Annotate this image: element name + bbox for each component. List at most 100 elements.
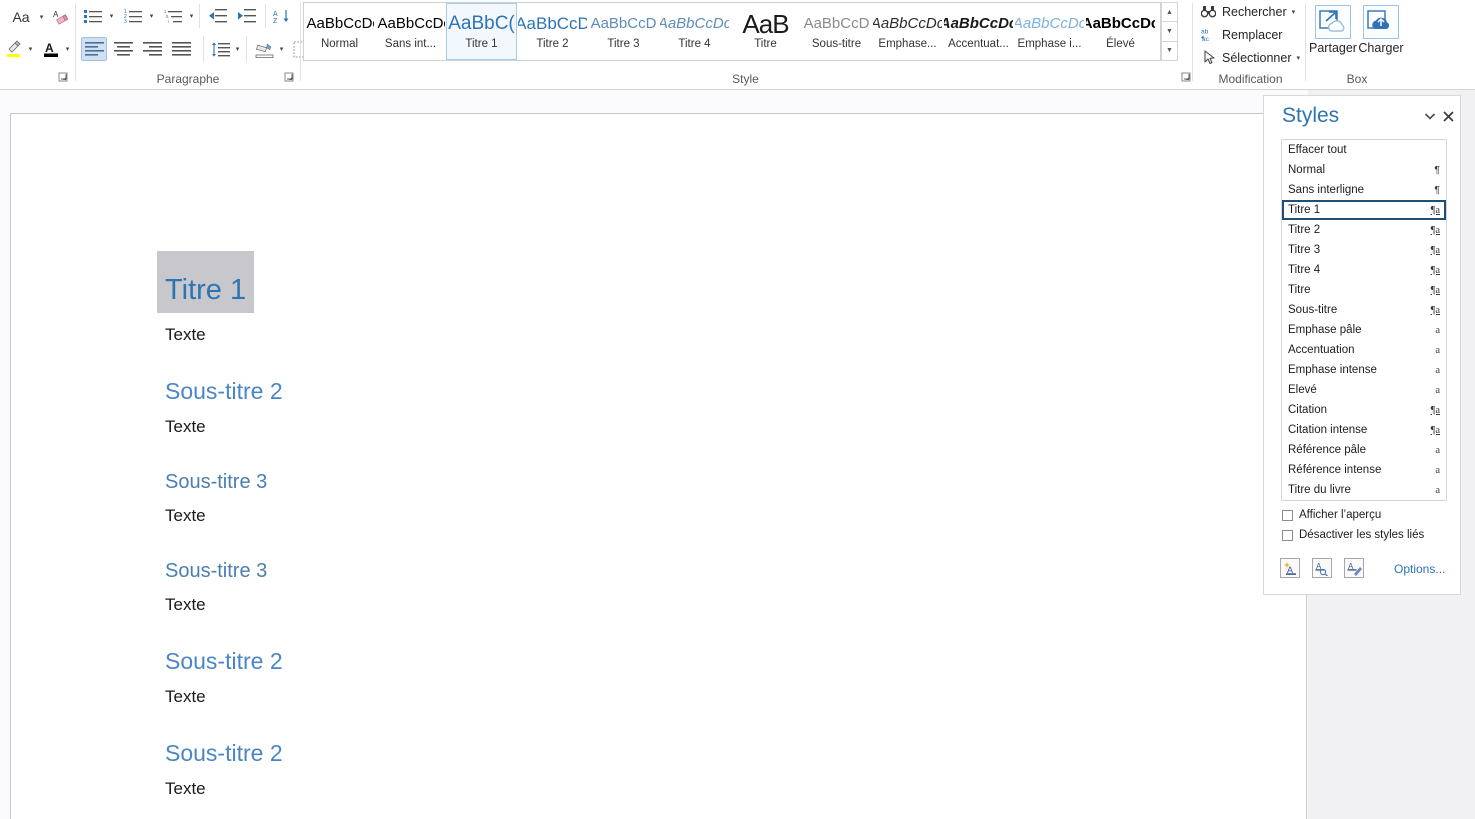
document-heading[interactable]: Sous-titre 2 [165, 378, 1065, 405]
character-style-icon: a [1435, 444, 1440, 456]
styles-list-item-label: Titre 3 [1288, 244, 1321, 256]
document-heading[interactable]: Sous-titre 2 [165, 648, 1065, 675]
document-paragraph[interactable]: Texte [165, 779, 1065, 799]
svg-text:A: A [53, 10, 59, 19]
linked-style-icon: ¶a [1430, 424, 1440, 436]
text-highlight-color-button[interactable] [3, 38, 25, 60]
linked-style-icon: ¶a [1430, 284, 1440, 296]
ribbon-group-paragraph-label: Paragraphe [156, 72, 220, 86]
styles-list-item[interactable]: Titre du livre a [1282, 480, 1446, 500]
styles-list-item-label: Titre du livre [1288, 484, 1351, 496]
numbered-list-button[interactable]: 1 2 3 [121, 5, 145, 27]
document-heading[interactable]: Sous-titre 3 [165, 471, 1065, 494]
styles-list-item-label: Citation [1288, 404, 1327, 416]
ribbon-group-font: Aa ▾ A ▾ A ▾ [0, 0, 75, 89]
character-style-icon: a [1435, 344, 1440, 356]
bullet-list-button[interactable] [81, 5, 105, 27]
document-paragraph[interactable]: Texte [165, 595, 1065, 615]
styles-pane-menu-button[interactable] [1422, 108, 1438, 124]
styles-list-item[interactable]: Titre 3 ¶a [1282, 240, 1446, 260]
clear-formatting-button[interactable]: A [50, 6, 72, 28]
manage-styles-button[interactable]: A [1344, 558, 1364, 578]
align-left-button[interactable] [81, 37, 107, 61]
character-style-icon: a [1435, 484, 1440, 496]
disable-linked-styles-checkbox-row[interactable]: Désactiver les styles liés [1282, 529, 1424, 541]
align-right-icon [142, 42, 162, 56]
decrease-indent-button[interactable] [205, 5, 229, 27]
justify-button[interactable] [168, 37, 194, 61]
document-body[interactable]: Titre 1 Texte Sous-titre 2 Texte Sous-titre … [157, 251, 1065, 799]
align-center-button[interactable] [110, 37, 136, 61]
align-right-button[interactable] [139, 37, 165, 61]
selected-text-run[interactable]: Titre 1 [157, 251, 255, 314]
line-spacing-chevron-down-icon[interactable]: ▾ [233, 39, 242, 59]
styles-list-item[interactable]: Emphase pâle a [1282, 320, 1446, 340]
styles-list[interactable]: Effacer tout Normal ¶ Sans interligne ¶ Titre… [1281, 139, 1447, 501]
change-case-chevron-down-icon[interactable]: ▾ [37, 7, 46, 27]
styles-list-item[interactable]: Citation intense ¶a [1282, 420, 1446, 440]
styles-options-link[interactable]: Options... [1394, 562, 1445, 576]
styles-list-item[interactable]: Normal ¶ [1282, 160, 1446, 180]
change-case-button[interactable]: Aa [6, 6, 36, 28]
styles-list-item[interactable]: Sous-titre ¶a [1282, 300, 1446, 320]
disable-linked-styles-checkbox[interactable] [1282, 529, 1293, 541]
styles-list-item[interactable]: Titre 4 ¶a [1282, 260, 1446, 280]
replace-label: Remplacer [1222, 27, 1283, 42]
multilevel-list-button[interactable]: 1 5 i [161, 5, 185, 27]
document-heading[interactable]: Titre 1 [157, 251, 1065, 314]
document-heading[interactable]: Sous-titre 2 [165, 740, 1065, 767]
multilevel-list-chevron-down-icon[interactable]: ▾ [187, 6, 196, 26]
shading-chevron-down-icon[interactable]: ▾ [277, 39, 286, 59]
styles-list-item[interactable]: Emphase intense a [1282, 360, 1446, 380]
find-chevron-down-icon[interactable]: ▾ [1292, 8, 1296, 16]
replace-button[interactable]: ab ac Remplacer [1200, 26, 1282, 43]
document-heading[interactable]: Sous-titre 3 [165, 560, 1065, 583]
numbered-list-icon: 1 2 3 [124, 9, 142, 24]
styles-list-item[interactable]: Effacer tout [1282, 140, 1446, 160]
styles-list-item[interactable]: Citation ¶a [1282, 400, 1446, 420]
document-area: Titre 1 Texte Sous-titre 2 Texte Sous-titre … [0, 90, 1475, 819]
styles-task-pane: Styles Effacer tout Normal ¶ Sans interlign… [1263, 95, 1461, 595]
group-divider [300, 3, 301, 81]
styles-list-item[interactable]: Titre 1 ¶a [1282, 200, 1446, 220]
styles-pane-close-button[interactable] [1440, 108, 1456, 124]
align-left-icon [84, 42, 104, 56]
style-inspector-button[interactable]: A [1312, 558, 1332, 578]
box-upload-button[interactable]: Charger [1353, 5, 1409, 55]
select-button[interactable]: Sélectionner ▾ [1200, 49, 1300, 66]
line-spacing-icon [211, 41, 230, 57]
numbered-list-chevron-down-icon[interactable]: ▾ [147, 6, 156, 26]
shading-button[interactable] [252, 37, 276, 61]
new-style-button[interactable]: A [1280, 558, 1300, 578]
font-dialog-launcher[interactable] [58, 72, 70, 84]
styles-list-item[interactable]: Référence intense a [1282, 460, 1446, 480]
line-spacing-button[interactable] [208, 37, 232, 61]
document-paragraph[interactable]: Texte [165, 325, 1065, 345]
sort-button[interactable]: A Z [270, 5, 294, 27]
find-button[interactable]: Rechercher ▾ [1200, 3, 1295, 20]
styles-list-item-label: Citation intense [1288, 424, 1368, 436]
styles-list-item[interactable]: Référence pâle a [1282, 440, 1446, 460]
text-highlight-chevron-down-icon[interactable]: ▾ [26, 39, 35, 59]
show-preview-checkbox[interactable] [1282, 509, 1293, 521]
document-paragraph[interactable]: Texte [165, 506, 1065, 526]
styles-list-item-label: Normal [1288, 164, 1326, 176]
select-chevron-down-icon[interactable]: ▾ [1297, 54, 1301, 62]
styles-list-item[interactable]: Sans interligne ¶ [1282, 180, 1446, 200]
increase-indent-button[interactable] [234, 5, 258, 27]
document-paragraph[interactable]: Texte [165, 687, 1065, 707]
document-page[interactable]: Titre 1 Texte Sous-titre 2 Texte Sous-titre … [10, 113, 1307, 819]
styles-list-item[interactable]: Élevé a [1282, 380, 1446, 400]
paragraph-dialog-launcher[interactable] [284, 72, 296, 84]
font-color-chevron-down-icon[interactable]: ▾ [63, 39, 72, 59]
bullet-list-chevron-down-icon[interactable]: ▾ [107, 6, 116, 26]
font-color-button[interactable]: A [40, 38, 62, 60]
styles-list-item[interactable]: Titre 2 ¶a [1282, 220, 1446, 240]
styles-list-item[interactable]: Titre ¶a [1282, 280, 1446, 300]
document-paragraph[interactable]: Texte [165, 417, 1065, 437]
styles-list-item[interactable]: Accentuation a [1282, 340, 1446, 360]
character-style-icon: a [1435, 324, 1440, 336]
show-preview-checkbox-row[interactable]: Afficher l’aperçu [1282, 509, 1381, 521]
select-label: Sélectionner [1222, 50, 1292, 65]
linked-style-icon: ¶a [1430, 224, 1440, 236]
